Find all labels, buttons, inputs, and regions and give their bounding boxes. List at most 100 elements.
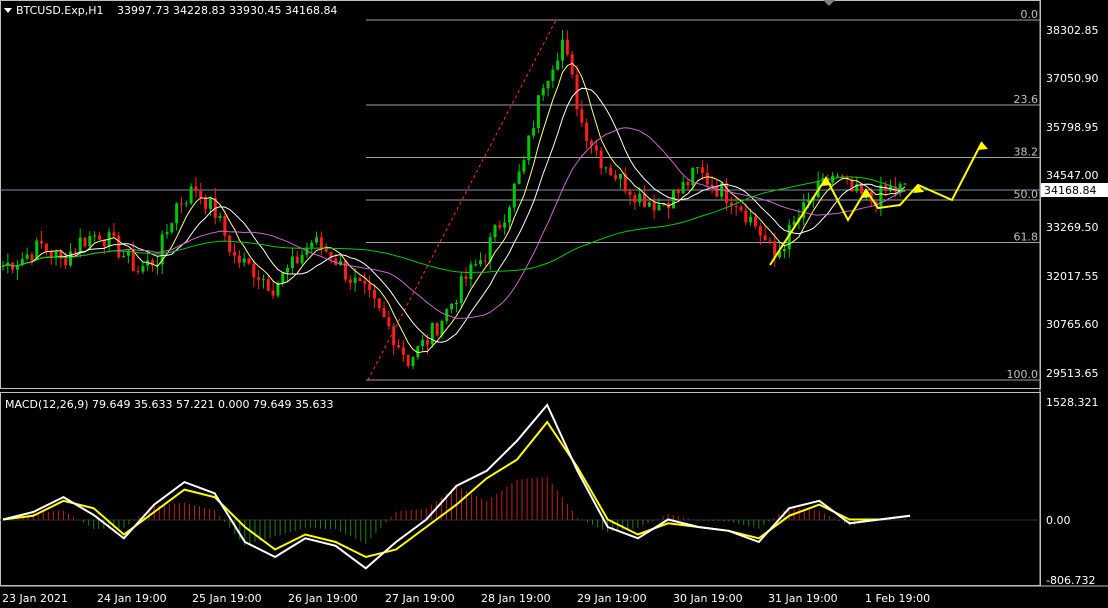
price-tick: 33269.50 [1046, 221, 1099, 234]
candle-body [652, 202, 656, 211]
candle-body [850, 179, 854, 192]
time-axis[interactable]: 23 Jan 2021 24 Jan 19:00 25 Jan 19:00 26… [2, 592, 930, 605]
candle-body [368, 283, 372, 290]
candle-body [609, 167, 613, 176]
price-tick: 38302.85 [1046, 24, 1099, 37]
candle-body [199, 191, 203, 198]
candle-body [758, 226, 762, 236]
candle-body [310, 242, 314, 248]
candle-body [527, 135, 531, 161]
candle-body [503, 222, 507, 228]
price-axis[interactable]: 38302.85 37050.90 35798.95 34547.00 3326… [1041, 24, 1108, 380]
candle-body [266, 279, 270, 291]
time-tick: 30 Jan 19:00 [673, 592, 743, 605]
candle-body [208, 197, 212, 209]
candle-body [25, 254, 29, 259]
time-tick: 24 Jan 19:00 [97, 592, 167, 605]
ohlc-values: 33997.73 34228.83 33930.45 34168.84 [117, 4, 337, 17]
fib-level-label: 61.8 [1014, 230, 1039, 243]
candle-body [561, 39, 565, 61]
candle-body [281, 272, 285, 284]
price-tick: 32017.55 [1046, 270, 1099, 283]
candle-body [358, 277, 362, 282]
candle-body [903, 183, 907, 185]
candle-body [348, 279, 352, 283]
macd-frame [0, 392, 1041, 586]
candle-body [493, 224, 497, 238]
candle-body [64, 258, 68, 266]
candle-body [565, 39, 569, 55]
candle-body [295, 256, 299, 264]
candle-body [194, 186, 198, 192]
fib-level-label: 100.0 [1007, 368, 1039, 381]
forecast-arrowhead [977, 142, 988, 150]
symbol-dropdown-icon[interactable] [4, 8, 12, 13]
candle-body [435, 323, 439, 336]
time-tick: 23 Jan 2021 [2, 592, 68, 605]
candle-body [319, 237, 323, 249]
ma-fast-line [2, 62, 906, 354]
candle-body [397, 345, 401, 348]
candle-body [257, 277, 261, 280]
time-tick: 29 Jan 19:00 [577, 592, 647, 605]
fib-level-label: 38.2 [1014, 146, 1039, 159]
candle-body [131, 250, 135, 272]
candle-body [247, 258, 251, 264]
macd-tick: 1528.321 [1046, 396, 1099, 409]
candle-body [184, 203, 188, 205]
candle-body [261, 279, 265, 281]
candle-body [618, 173, 622, 179]
candle-body [411, 357, 415, 366]
candle-body [382, 307, 386, 318]
candle-body [705, 172, 709, 185]
candle-body [715, 186, 719, 197]
candle-body [835, 175, 839, 177]
candle-body [517, 171, 521, 184]
candle-body [647, 202, 651, 207]
candle-body [739, 206, 743, 211]
chart-shift-marker[interactable] [823, 0, 835, 6]
candle-body [763, 235, 767, 241]
candle-body [112, 232, 116, 236]
candle-body [488, 237, 492, 262]
candle-body [233, 251, 237, 256]
moving-averages [2, 62, 906, 354]
candle-body [536, 95, 540, 129]
time-tick: 25 Jan 19:00 [192, 592, 262, 605]
candle-body [556, 60, 560, 70]
candle-body [700, 167, 704, 173]
candle-body [782, 249, 786, 252]
candle-body [228, 235, 232, 252]
price-tick: 29513.65 [1046, 367, 1099, 380]
forecast-path [769, 141, 983, 266]
candle-body [377, 298, 381, 308]
candle-body [546, 80, 550, 89]
candle-body [686, 182, 690, 186]
candle-body [78, 237, 82, 252]
macd-lines [2, 403, 911, 570]
candle-body [744, 210, 748, 223]
candle-body [97, 235, 101, 240]
candle-body [628, 191, 632, 195]
price-tick: 30765.60 [1046, 318, 1099, 331]
candle-body [768, 240, 772, 242]
candle-body [459, 276, 463, 303]
candle-body [454, 302, 458, 304]
ma-long-line [2, 176, 906, 274]
candle-body [276, 283, 280, 296]
fib-level-label: 0.0 [1021, 8, 1039, 21]
candle-body [40, 240, 44, 244]
candle-body [681, 182, 685, 194]
macd-tick: -806.732 [1046, 574, 1095, 587]
candle-body [242, 258, 246, 263]
price-tick: 37050.90 [1046, 72, 1099, 85]
candle-body [141, 265, 145, 272]
candle-body [532, 128, 536, 136]
macd-axis[interactable]: 1528.321 0.00 -806.732 [1046, 396, 1099, 587]
trading-chart[interactable]: 0.023.638.250.061.8100.0 BTCUSD.Exp,H1 3… [0, 0, 1108, 608]
candle-body [691, 167, 695, 186]
candle-body [710, 184, 714, 187]
candle-body [551, 69, 555, 81]
candle-body [286, 267, 290, 273]
candle-body [300, 254, 304, 264]
